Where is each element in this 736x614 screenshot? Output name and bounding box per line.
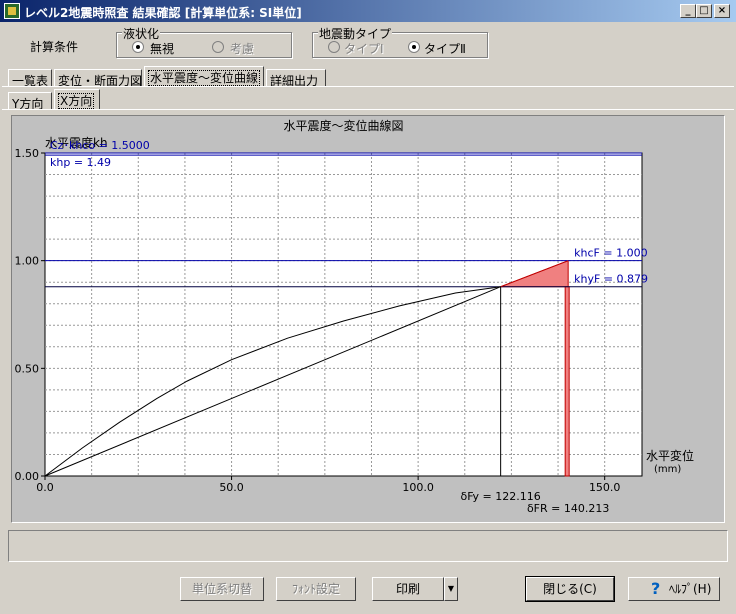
unit-switch-button: 単位系切替 (180, 577, 264, 601)
dropdown-arrow-icon: ▼ (447, 584, 455, 593)
help-question-icon: ? (651, 579, 661, 598)
marker-label-dfr: δFR = 140.213 (527, 502, 609, 515)
seismic-type2-label[interactable]: タイプⅡ (424, 40, 466, 57)
seismic-type1-radio (328, 41, 340, 53)
y-tick-label: 0.00 (15, 470, 40, 483)
tab-summary[interactable]: 一覧表 (8, 69, 52, 88)
subtab-x-direction[interactable]: X方向 (54, 89, 100, 110)
reference-label-khcf: khcF = 1.000 (574, 247, 647, 260)
x-tick-label: 150.0 (589, 481, 621, 494)
close-window-button[interactable]: × (714, 4, 730, 18)
title-bar: レベル2地震時照査 結果確認 [計算単位系: SI単位] _ □ × (0, 0, 736, 22)
print-button[interactable]: 印刷 (372, 577, 444, 601)
tab-strip-edge (2, 86, 734, 87)
subtab-strip-edge (2, 109, 734, 110)
minimize-button[interactable]: _ (680, 4, 696, 18)
maximize-button[interactable]: □ (696, 4, 712, 18)
reference-label-khyf: khyF = 0.879 (574, 273, 648, 286)
tab-displacement-force[interactable]: 変位・断面力図 (54, 69, 142, 88)
app-icon (4, 3, 20, 19)
y-tick-label: 1.00 (15, 255, 40, 268)
font-settings-button: ﾌｫﾝﾄ設定 (276, 577, 356, 601)
residual-region-fill (564, 286, 570, 477)
help-button-label: ﾍﾙﾌﾟ(H) (669, 582, 712, 596)
x-tick-label: 50.0 (219, 481, 244, 494)
plot-area (44, 152, 643, 477)
y-tick-label: 1.50 (15, 147, 40, 160)
chart-panel: 0.0 50.0 100.0 150.0 0.00 0.50 1.00 1.50 水平震度～変位… (11, 115, 725, 523)
liquefaction-ignore-radio[interactable] (132, 41, 144, 53)
reference-label-khp: khp = 1.49 (50, 156, 111, 169)
seismic-type2-radio[interactable] (408, 41, 420, 53)
liquefaction-consider-radio (212, 41, 224, 53)
chart-title: 水平震度～変位曲線図 (283, 118, 403, 133)
x-axis-label: 水平変位 (646, 448, 694, 463)
x-axis-unit: (mm) (654, 464, 681, 475)
close-button[interactable]: 閉じる(C) (525, 576, 615, 602)
y-tick-label: 0.50 (15, 362, 40, 375)
conditions-label: 計算条件 (30, 40, 79, 54)
print-dropdown-button[interactable]: ▼ (444, 577, 458, 601)
subtab-y-direction[interactable]: Y方向 (8, 92, 52, 111)
status-bar (8, 530, 728, 562)
x-tick-label: 100.0 (402, 481, 434, 494)
tab-detail-output[interactable]: 詳細出力 (266, 69, 326, 88)
seismic-type1-label: タイプⅠ (344, 42, 384, 56)
window-title: レベル2地震時照査 結果確認 [計算単位系: SI単位] (24, 6, 302, 20)
help-button[interactable]: ? ﾍﾙﾌﾟ(H) (628, 577, 720, 601)
reference-label-czkhco: Cz･khco = 1.5000 (50, 139, 150, 152)
kh-displacement-chart: 0.0 50.0 100.0 150.00.000.501.001.50水平震度～変位… (15, 118, 695, 515)
liquefaction-ignore-label[interactable]: 無視 (150, 40, 174, 57)
tab-kh-displacement-curve[interactable]: 水平震度～変位曲線 (144, 66, 264, 87)
liquefaction-consider-label: 考慮 (230, 42, 255, 56)
